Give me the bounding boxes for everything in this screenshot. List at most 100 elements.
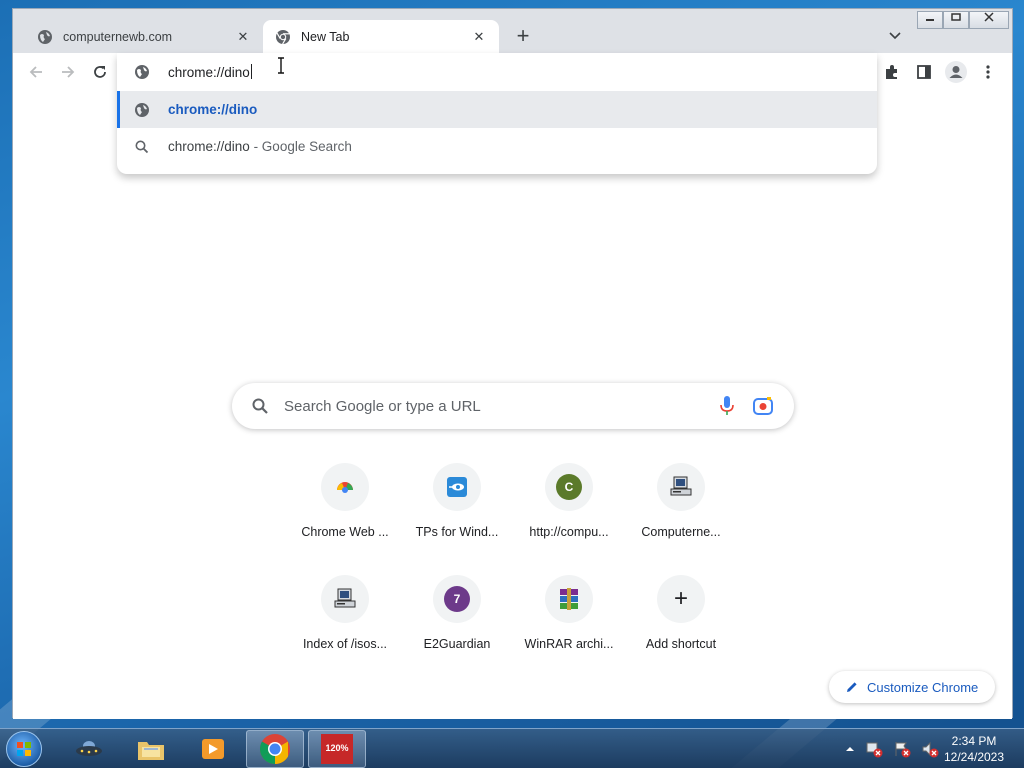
globe-icon <box>135 102 149 117</box>
shortcut-icon-circle <box>545 575 593 623</box>
search-icon <box>135 140 149 153</box>
minimize-button[interactable] <box>917 11 943 29</box>
shortcut-icon-circle: C <box>545 463 593 511</box>
extensions-button[interactable] <box>881 61 903 83</box>
side-panel-icon <box>917 65 931 79</box>
tab-new-tab[interactable]: New Tab ✕ <box>263 20 499 53</box>
chrome-web-store-icon <box>337 482 353 493</box>
google-lens-icon[interactable] <box>752 396 774 416</box>
restore-button[interactable] <box>943 11 969 29</box>
pencil-icon <box>847 682 857 692</box>
tab-close-icon[interactable]: ✕ <box>235 29 251 45</box>
taskbar: 120% 2:34 PM 12/24/2023 <box>0 728 1024 768</box>
media-player-icon <box>202 739 224 759</box>
kebab-menu-icon <box>986 65 990 79</box>
taskbar-app-media-player[interactable] <box>184 730 242 768</box>
tab-search-chevron-icon[interactable] <box>887 28 903 44</box>
clock-date: 12/24/2023 <box>943 750 1005 764</box>
customize-label: Customize Chrome <box>867 679 979 695</box>
app-120-badge: 120% <box>325 743 349 753</box>
clock-time: 2:34 PM <box>951 734 997 748</box>
letter-c-icon: C <box>556 474 582 500</box>
shortcut-label: Index of /isos... <box>302 637 388 651</box>
suggestion-url[interactable]: chrome://dino <box>117 91 877 128</box>
ibeam-cursor-icon <box>278 57 284 74</box>
search-icon <box>252 398 268 414</box>
tab-computernewb[interactable]: computernewb.com ✕ <box>25 20 263 53</box>
chrome-icon <box>259 734 290 764</box>
forward-arrow-icon <box>62 66 75 78</box>
shortcut-tile[interactable]: C http://compu... <box>513 463 625 571</box>
omnibox-dropdown: chrome://dino chrome://dino chrome://din… <box>117 53 877 174</box>
system-tray <box>845 739 939 759</box>
shortcut-tile[interactable]: TPs for Wind... <box>401 463 513 571</box>
taskbar-app-120[interactable]: 120% <box>308 730 366 768</box>
text-caret <box>250 64 252 79</box>
shortcut-label: WinRAR archi... <box>524 637 614 651</box>
microphone-icon[interactable] <box>717 395 737 417</box>
shortcut-label: Add shortcut <box>645 637 717 651</box>
puzzle-icon <box>886 65 897 79</box>
reload-icon <box>94 66 106 78</box>
shortcut-tile[interactable]: Computerne... <box>625 463 737 571</box>
customize-chrome-button[interactable]: Customize Chrome <box>829 671 995 703</box>
taskbar-app-chrome[interactable] <box>246 730 304 768</box>
shortcut-icon-circle <box>321 463 369 511</box>
network-warning-icon[interactable] <box>865 740 883 758</box>
shortcut-icon-circle <box>321 575 369 623</box>
tab-strip: computernewb.com ✕ New Tab ✕ + <box>13 9 1012 53</box>
menu-button[interactable] <box>977 61 999 83</box>
clock[interactable]: 2:34 PM 12/24/2023 <box>934 733 1014 765</box>
search-placeholder[interactable]: Search Google or type a URL <box>284 398 481 415</box>
shortcut-label: Computerne... <box>641 525 721 539</box>
browser-window: computernewb.com ✕ New Tab ✕ + chrome://… <box>12 8 1013 719</box>
show-hidden-icons-icon[interactable] <box>845 744 855 754</box>
forward-button[interactable] <box>57 61 79 83</box>
action-center-flag-icon[interactable] <box>893 740 911 758</box>
shortcut-label: TPs for Wind... <box>415 525 499 539</box>
back-arrow-icon <box>29 66 42 78</box>
shortcut-label: E2Guardian <box>423 637 491 651</box>
new-tab-button[interactable]: + <box>511 25 535 49</box>
shortcut-tile[interactable]: 7 E2Guardian <box>401 575 513 683</box>
google-search-box[interactable]: Search Google or type a URL <box>232 383 794 429</box>
tab-title: New Tab <box>301 29 350 44</box>
new-tab-page: Search Google or type a URL Chrome Web .… <box>13 91 1012 719</box>
suggestion-suffix: - Google Search <box>253 139 352 154</box>
close-window-button[interactable] <box>969 11 1009 29</box>
back-button[interactable] <box>25 61 47 83</box>
add-shortcut-button[interactable]: + Add shortcut <box>625 575 737 683</box>
tab-title: computernewb.com <box>63 29 173 44</box>
suggestion-text: chrome://dino <box>168 102 258 117</box>
profile-button[interactable] <box>945 61 967 83</box>
taskbar-app-ufo[interactable] <box>60 730 118 768</box>
shortcut-label: Chrome Web ... <box>301 525 389 539</box>
shortcut-icon-circle: + <box>657 575 705 623</box>
windows-logo-icon <box>17 742 31 756</box>
shortcut-tile[interactable]: Chrome Web ... <box>289 463 401 571</box>
shortcut-tile[interactable]: Index of /isos... <box>289 575 401 683</box>
shortcut-icon-circle <box>433 463 481 511</box>
restore-icon <box>951 13 961 21</box>
taskbar-app-explorer[interactable] <box>122 730 180 768</box>
computer-icon <box>670 476 692 496</box>
globe-icon <box>38 29 52 44</box>
shortcut-label: http://compu... <box>529 525 609 539</box>
folder-icon <box>138 742 164 760</box>
ufo-icon <box>76 741 102 756</box>
shortcut-tile[interactable]: WinRAR archi... <box>513 575 625 683</box>
side-panel-button[interactable] <box>913 61 935 83</box>
plus-icon: + <box>673 585 688 612</box>
minimize-icon <box>926 19 934 21</box>
address-input-text[interactable]: chrome://dino <box>168 65 250 80</box>
suggestion-search[interactable]: chrome://dino - Google Search <box>117 128 877 165</box>
tps-icon <box>447 477 467 497</box>
shortcut-icon-circle <box>657 463 705 511</box>
tab-close-icon[interactable]: ✕ <box>471 29 487 45</box>
suggestion-text: chrome://dino <box>168 139 250 154</box>
letter-7-icon: 7 <box>444 586 470 612</box>
reload-button[interactable] <box>89 61 111 83</box>
avatar-icon <box>945 61 967 83</box>
start-button[interactable] <box>6 731 42 767</box>
address-bar[interactable]: chrome://dino <box>117 53 877 91</box>
